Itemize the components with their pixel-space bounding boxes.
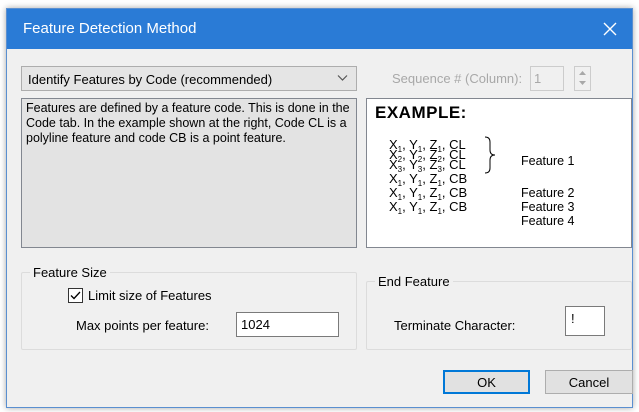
end-feature-legend: End Feature — [375, 274, 453, 289]
method-selected-value: Identify Features by Code (recommended) — [28, 72, 273, 87]
feature-size-legend: Feature Size — [30, 265, 110, 280]
method-dropdown[interactable]: Identify Features by Code (recommended) — [21, 66, 357, 91]
example-row: X1, Y1, Z1, CB — [389, 171, 468, 188]
close-button[interactable] — [588, 9, 632, 49]
feature-size-group: Feature Size Limit size of Features Max … — [21, 265, 357, 350]
example-feature-label: Feature 4 — [521, 214, 575, 228]
limit-size-label[interactable]: Limit size of Features — [88, 288, 212, 303]
example-row: X1, Y1, Z1, CB — [389, 185, 468, 202]
close-icon — [603, 22, 617, 36]
title-bar: Feature Detection Method — [7, 9, 632, 49]
example-feature-label: Feature 3 — [521, 200, 575, 214]
window-title: Feature Detection Method — [23, 20, 197, 37]
chevron-down-icon — [337, 75, 348, 81]
example-title: EXAMPLE: — [375, 103, 467, 122]
sequence-label: Sequence # (Column): — [392, 71, 523, 86]
limit-size-checkbox[interactable] — [68, 288, 83, 303]
chevron-down-icon[interactable] — [575, 78, 590, 89]
feature-detection-dialog: Feature Detection Method Identify Featur… — [6, 8, 633, 408]
example-feature-label: Feature 1 — [521, 154, 575, 168]
max-points-input[interactable]: 1024 — [236, 312, 339, 337]
example-panel: EXAMPLE: X1, Y1, Z1, CL X2, Y2, Z2, CL X3,… — [366, 98, 632, 248]
sequence-spinner[interactable] — [574, 66, 591, 91]
max-points-label: Max points per feature: — [76, 318, 209, 333]
brace-icon — [484, 136, 496, 174]
checkmark-icon — [70, 291, 81, 300]
description-text: Features are defined by a feature code. … — [21, 98, 357, 248]
end-feature-group: End Feature Terminate Character: ! — [366, 274, 632, 350]
chevron-up-icon[interactable] — [575, 67, 590, 78]
sequence-input[interactable]: 1 — [530, 66, 564, 91]
example-row: X3, Y3, Z3, CL — [389, 157, 466, 174]
ok-button[interactable]: OK — [443, 370, 530, 394]
example-feature-label: Feature 2 — [521, 186, 575, 200]
terminate-character-label: Terminate Character: — [394, 318, 516, 333]
cancel-button[interactable]: Cancel — [545, 370, 633, 394]
example-row: X1, Y1, Z1, CB — [389, 199, 468, 216]
terminate-character-input[interactable]: ! — [565, 306, 605, 336]
